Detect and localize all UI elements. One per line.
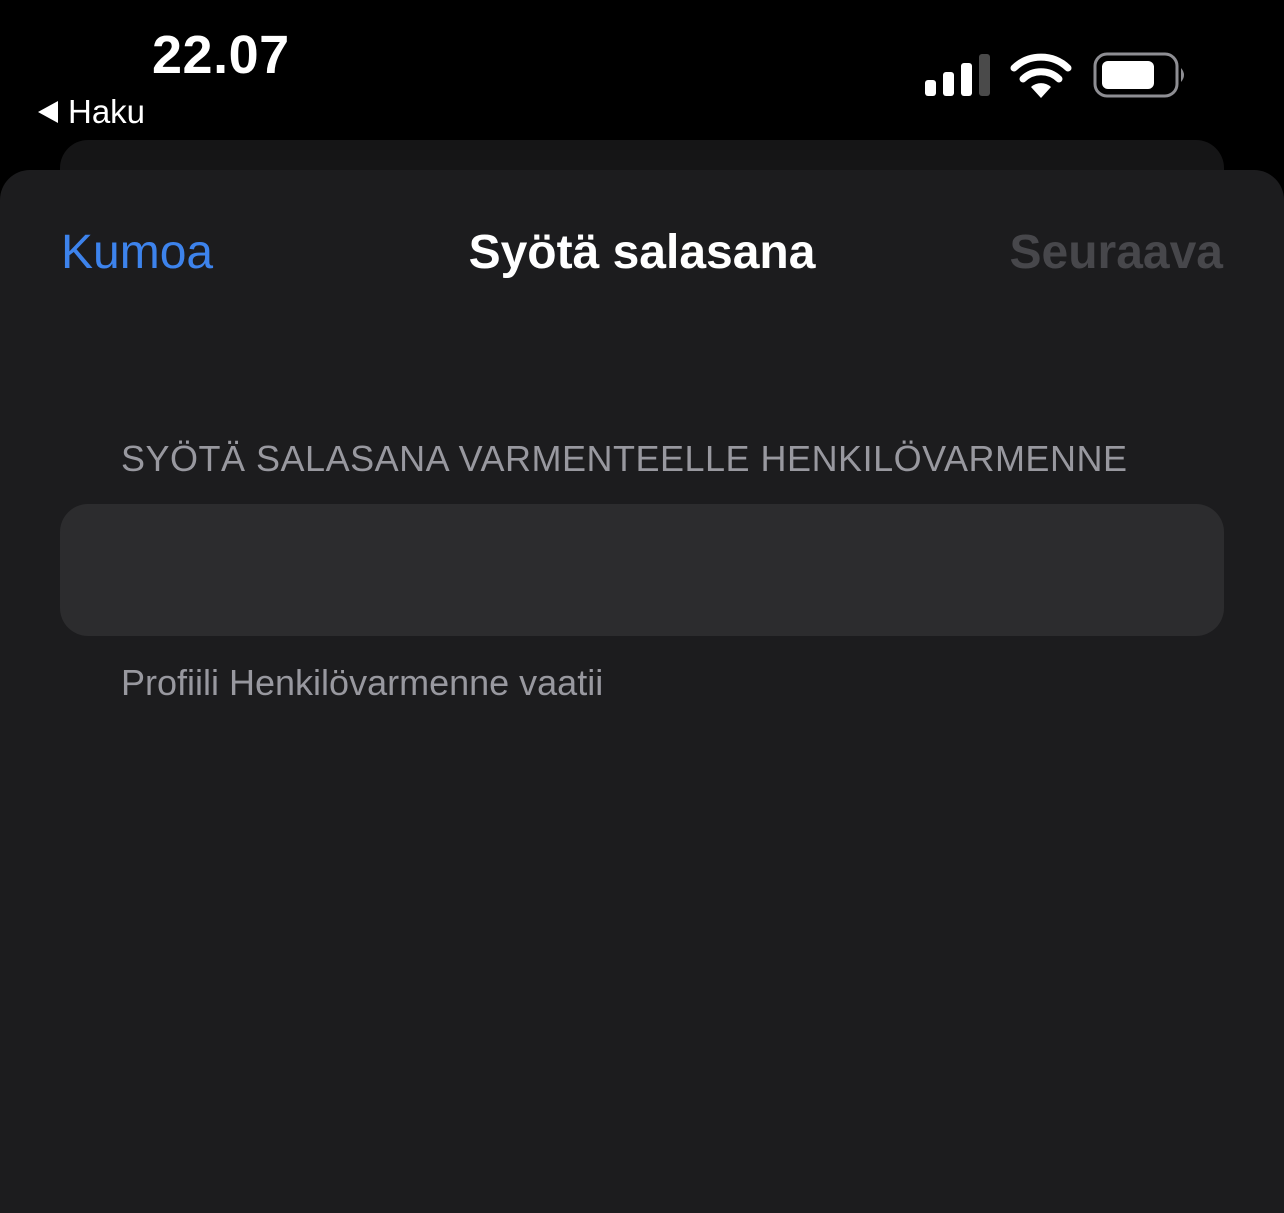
back-arrow-icon [38,101,58,123]
password-input[interactable] [60,504,1224,636]
next-button[interactable]: Seuraava [1010,225,1224,280]
password-section-header: SYÖTÄ SALASANA VARMENTEELLE HENKILÖVARME… [121,438,1128,479]
screen: 22.07 Haku Kumoa Syötä salasana Seuraava… [0,0,1284,1213]
back-link-label: Haku [68,93,146,130]
password-sheet: Kumoa Syötä salasana Seuraava SYÖTÄ SALA… [0,170,1284,1213]
back-to-search-link[interactable]: Haku [38,92,145,132]
password-section-footer: Profiili Henkilövarmenne vaatii [121,662,604,703]
cellular-signal-icon [925,54,990,96]
wifi-icon [1010,53,1072,98]
status-time: 22.07 [152,25,290,85]
battery-icon [1093,52,1184,98]
